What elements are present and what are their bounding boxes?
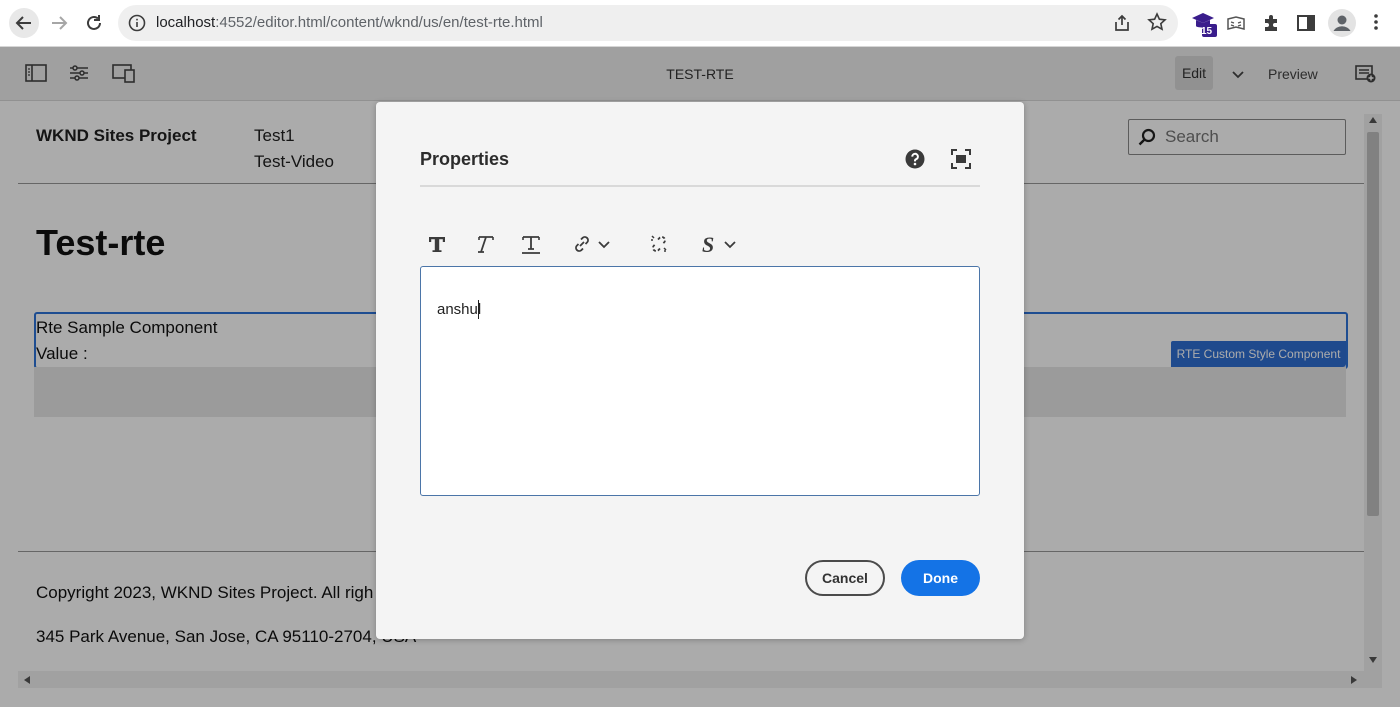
style-icon: S: [702, 233, 714, 255]
bold-button[interactable]: [425, 230, 449, 258]
bookmark-star-icon[interactable]: [1147, 12, 1167, 32]
kebab-menu-icon[interactable]: [1366, 12, 1386, 32]
rte-content-text[interactable]: anshul: [437, 301, 481, 318]
extension-badge: 15: [1201, 26, 1213, 37]
share-icon[interactable]: [1112, 13, 1132, 33]
dialog-title: Properties: [420, 149, 510, 169]
back-arrow-icon: [15, 16, 31, 30]
url-host: localhost: [156, 14, 216, 31]
italic-icon: [478, 236, 494, 253]
underline-button[interactable]: [519, 230, 543, 258]
side-panel-icon[interactable]: [1296, 13, 1316, 33]
link-button[interactable]: [567, 230, 615, 258]
url-path: :4552/editor.html/content/wknd/us/en/tes…: [215, 14, 543, 31]
profile-icon[interactable]: [1328, 9, 1356, 37]
link-icon: [575, 236, 589, 252]
text-caret: [478, 300, 479, 319]
underline-icon: [522, 236, 540, 254]
extension-reader-icon[interactable]: [1226, 13, 1246, 33]
forward-arrow-icon: [52, 16, 68, 30]
paragraph-style-button[interactable]: S: [695, 230, 741, 258]
rte-editor-area[interactable]: [420, 266, 980, 496]
italic-button[interactable]: [472, 230, 496, 258]
url-text[interactable]: localhost:4552/editor.html/content/wknd/…: [156, 14, 543, 31]
forward-button[interactable]: [44, 8, 74, 38]
reload-button[interactable]: [79, 8, 109, 38]
site-info-icon[interactable]: [128, 14, 146, 32]
puzzle-icon[interactable]: [1261, 13, 1281, 33]
unlink-button[interactable]: [647, 230, 671, 258]
fullscreen-icon[interactable]: [950, 148, 972, 170]
dialog-header-divider: [420, 185, 980, 187]
help-icon[interactable]: [905, 149, 925, 169]
back-button[interactable]: [9, 8, 39, 38]
unlink-icon: [651, 235, 667, 252]
cancel-button[interactable]: Cancel: [805, 560, 885, 596]
bold-icon: [429, 237, 445, 252]
done-button[interactable]: Done: [901, 560, 980, 596]
style-chevron-icon: [724, 241, 736, 249]
svg-text:S: S: [702, 233, 714, 255]
reload-icon: [87, 15, 101, 30]
link-chevron-icon: [598, 241, 610, 249]
